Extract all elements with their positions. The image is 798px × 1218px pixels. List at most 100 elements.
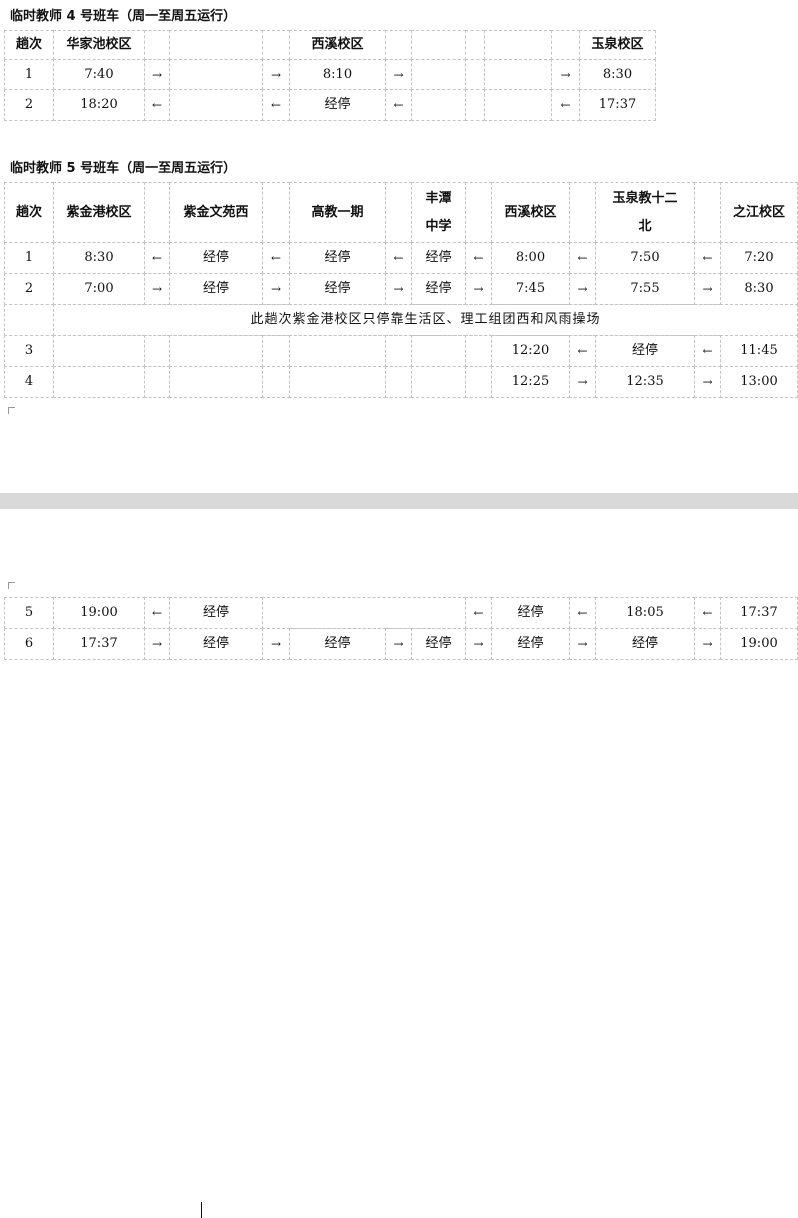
direction-arrow: ← (694, 335, 721, 367)
bus5-blank (144, 335, 170, 367)
bus4-time: 8:10 (289, 59, 386, 90)
direction-arrow: → (262, 59, 290, 90)
bus5-trip: 4 (4, 366, 54, 398)
bus4-header-stop2: 西溪校区 (289, 30, 386, 60)
bus5-blank (262, 335, 290, 367)
direction-arrow: → (694, 273, 721, 305)
bus4-blank (484, 89, 552, 121)
bus4-header-blank (262, 30, 290, 60)
bus5-blank (144, 366, 170, 398)
direction-arrow: → (385, 273, 412, 305)
bus5-time: 经停 (595, 628, 695, 660)
bus5-time: 12:20 (491, 335, 570, 367)
bus4-header-blank (144, 30, 170, 60)
bus5-header-s4: 丰潭 中学 (411, 182, 466, 243)
bus4-time: 经停 (289, 89, 386, 121)
direction-arrow: ← (385, 242, 412, 274)
bus5-note: 此趟次紫金港校区只停靠生活区、理工组团西和风雨操场 (53, 304, 798, 336)
direction-arrow: ← (262, 89, 290, 121)
bus5-blank (169, 335, 263, 367)
bus5-time: 经停 (491, 628, 570, 660)
bus5-header-s6-line2: 北 (638, 218, 652, 234)
bus5-time: 7:55 (595, 273, 695, 305)
direction-arrow: ← (694, 597, 721, 629)
bus5-header-blank (569, 182, 596, 243)
bus5-title: 临时教师 5 号班车（周一至周五运行） (10, 161, 237, 176)
bus5-trip: 2 (4, 273, 54, 305)
bus5-blank (53, 366, 145, 398)
direction-arrow: ← (144, 597, 170, 629)
direction-arrow: → (262, 273, 290, 305)
bus5-header-trip: 趟次 (4, 182, 54, 243)
bus5-time: 19:00 (53, 597, 145, 629)
direction-arrow: → (144, 628, 170, 660)
bus4-trip: 1 (4, 59, 54, 90)
bus5-blank (262, 597, 466, 629)
bus5-time: 经停 (289, 628, 386, 660)
direction-arrow: ← (144, 89, 170, 121)
bus5-blank (289, 366, 386, 398)
bus5-header-blank (144, 182, 170, 243)
bus4-header-blank (484, 30, 552, 60)
bus5-time[interactable]: 经停 (169, 597, 263, 629)
bus4-blank (411, 89, 466, 121)
bus5-time: 19:00 (720, 628, 798, 660)
direction-arrow: ← (569, 335, 596, 367)
bus4-time: 17:37 (579, 89, 656, 121)
bus5-header-s1: 紫金港校区 (53, 182, 145, 243)
bus5-time: 11:45 (720, 335, 798, 367)
bus5-header-blank (465, 182, 492, 243)
bus5-time: 12:25 (491, 366, 570, 398)
bus4-blank (169, 89, 263, 121)
bus5-time: 8:00 (491, 242, 570, 274)
bus4-blank (465, 89, 485, 121)
bus5-header-s4-line1: 丰潭 (425, 190, 452, 206)
bus5-blank (411, 335, 466, 367)
bus4-header-blank (169, 30, 263, 60)
bus5-time: 12:35 (595, 366, 695, 398)
bus5-blank (411, 366, 466, 398)
direction-arrow: → (551, 59, 580, 90)
bus5-time: 18:05 (595, 597, 695, 629)
bus5-time: 8:30 (53, 242, 145, 274)
bus5-blank (465, 335, 492, 367)
bus5-time: 17:37 (53, 628, 145, 660)
bus5-time: 经停 (169, 242, 263, 274)
bus5-time: 经停 (411, 242, 466, 274)
bus5-trip: 3 (4, 335, 54, 367)
bus5-trip: 5 (4, 597, 54, 629)
page-break (0, 493, 798, 509)
bus5-header-s5: 西溪校区 (491, 182, 570, 243)
bus5-time: 经停 (491, 597, 570, 629)
direction-arrow: → (385, 59, 412, 90)
bus5-blank (262, 366, 290, 398)
bus5-time: 经停 (595, 335, 695, 367)
bus5-header-s2: 紫金文苑西 (169, 182, 263, 243)
bus4-header-stop3: 玉泉校区 (579, 30, 656, 60)
bus5-note-blank (4, 304, 54, 336)
bus5-header-s7: 之江校区 (720, 182, 798, 243)
bus4-blank (169, 59, 263, 90)
bus5-time: 经停 (411, 628, 466, 660)
bus5-blank (385, 366, 412, 398)
bus4-time: 18:20 (53, 89, 145, 121)
direction-arrow: → (569, 628, 596, 660)
direction-arrow: → (465, 273, 492, 305)
bus4-header-trip: 趟次 (4, 30, 54, 60)
bus5-time: 8:30 (720, 273, 798, 305)
bus4-time: 7:40 (53, 59, 145, 90)
bus5-header-s6: 玉泉教十二 北 (595, 182, 695, 243)
bus5-time: 经停 (289, 242, 386, 274)
bus5-time: 7:50 (595, 242, 695, 274)
bus5-time: 7:00 (53, 273, 145, 305)
text-cursor (201, 1202, 202, 1218)
direction-arrow: ← (262, 242, 290, 274)
bus4-header-blank (411, 30, 466, 60)
bus4-time: 8:30 (579, 59, 656, 90)
bus4-header-stop1: 华家池校区 (53, 30, 145, 60)
bus4-header-blank (551, 30, 580, 60)
bus5-header-s3: 高教一期 (289, 182, 386, 243)
bus5-trip: 1 (4, 242, 54, 274)
bus5-time: 17:37 (720, 597, 798, 629)
direction-arrow: ← (465, 597, 492, 629)
